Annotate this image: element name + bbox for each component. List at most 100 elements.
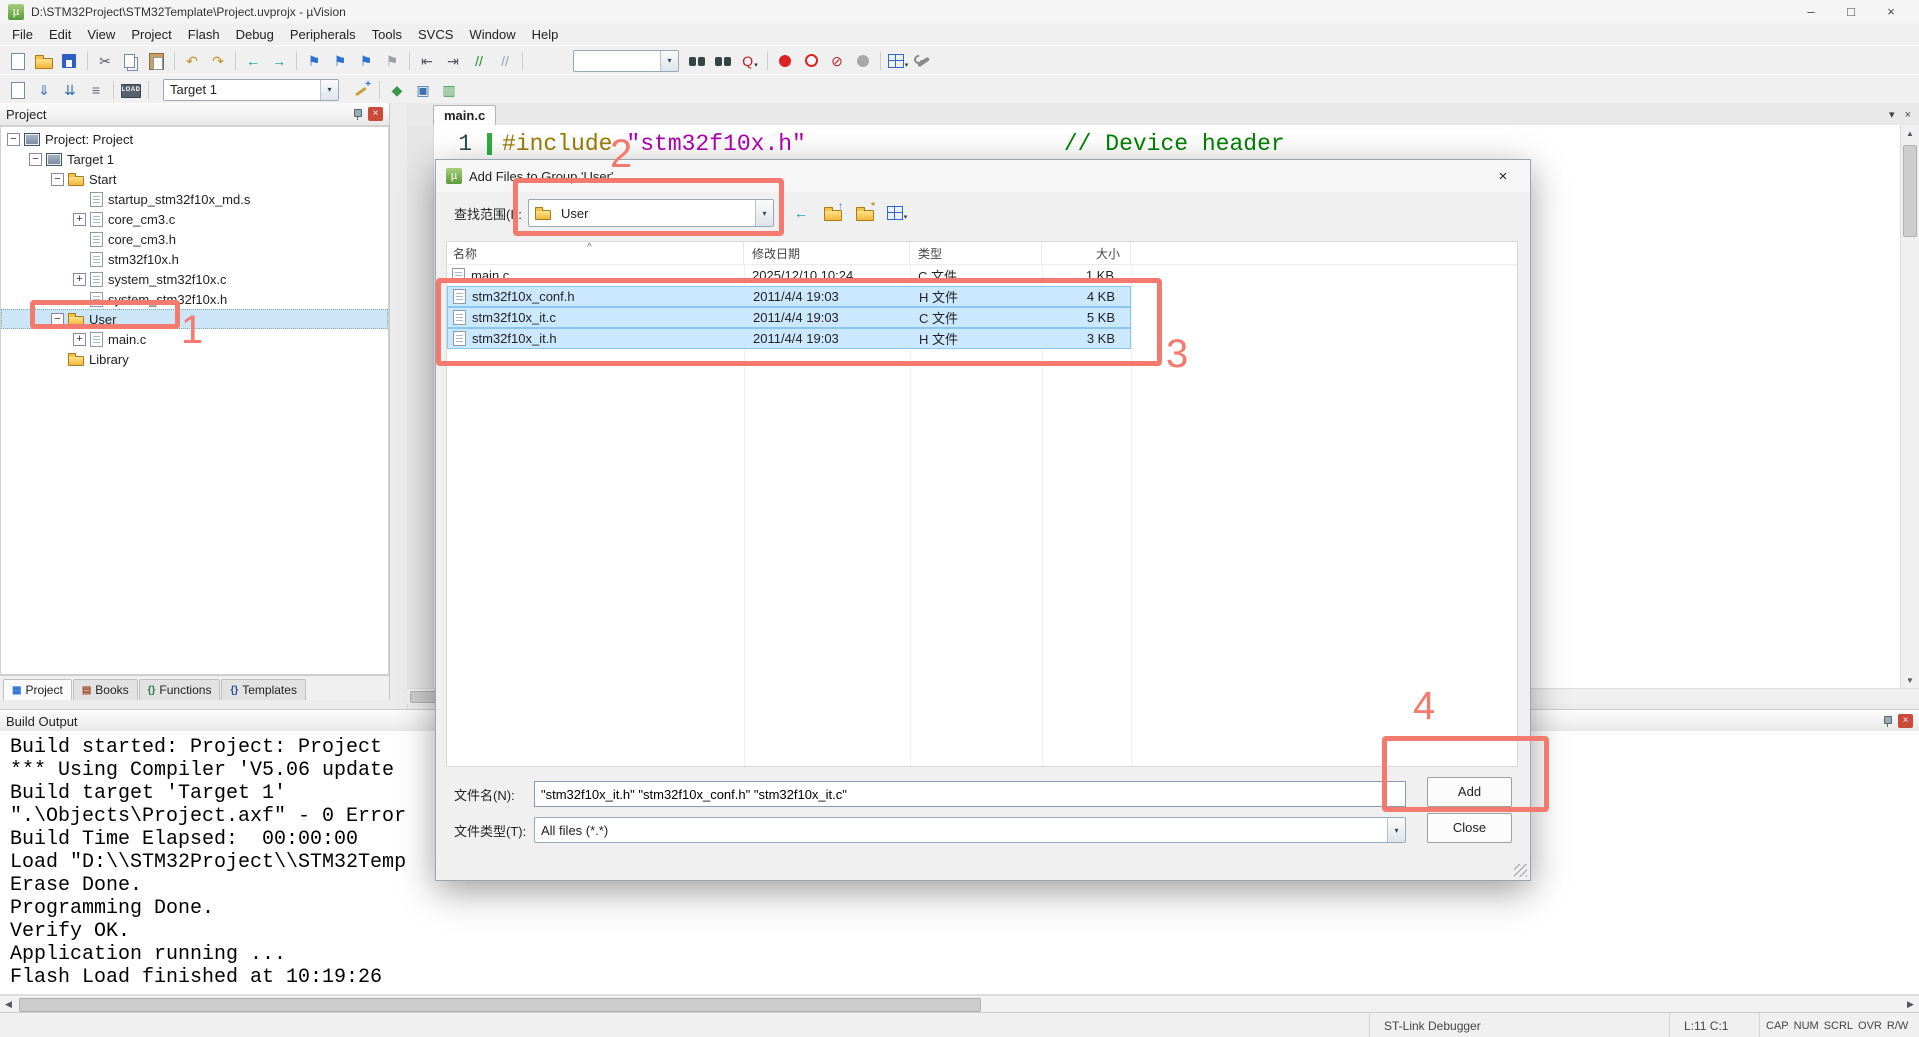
chevron-down-icon[interactable]: ▾ (904, 213, 908, 224)
new-folder-icon[interactable]: * (853, 202, 877, 224)
disable-breakpoint-icon[interactable] (799, 50, 823, 72)
menu-file[interactable]: File (4, 25, 41, 44)
copy-icon[interactable] (119, 50, 143, 72)
close-button[interactable]: Close (1427, 813, 1512, 843)
menu-help[interactable]: Help (524, 25, 567, 44)
new-file-icon[interactable] (6, 50, 30, 72)
find-icon[interactable] (712, 50, 736, 72)
restore-button[interactable]: □ (1831, 4, 1871, 19)
find-in-files-icon[interactable] (686, 50, 710, 72)
view-menu-icon[interactable]: ▾ (885, 202, 909, 224)
open-file-icon[interactable] (32, 50, 56, 72)
uncomment-icon[interactable]: // (493, 50, 517, 72)
menu-svcs[interactable]: SVCS (410, 25, 461, 44)
menu-project[interactable]: Project (123, 25, 179, 44)
file-row[interactable]: stm32f10x_conf.h2011/4/4 19:03H 文件4 KB (447, 286, 1131, 307)
close-panel-icon[interactable]: × (1898, 714, 1913, 728)
chevron-down-icon[interactable]: ▾ (905, 61, 909, 72)
expand-icon[interactable]: + (73, 273, 86, 286)
navigate-forward-icon[interactable]: → (267, 50, 291, 72)
insert-breakpoint-icon[interactable] (773, 50, 797, 72)
tree-item-core-cm3.c[interactable]: +core_cm3.c (1, 209, 388, 229)
manage-project-items-icon[interactable]: ▥ (437, 79, 461, 101)
scroll-right-icon[interactable]: ▶ (1902, 999, 1919, 1010)
tab-books[interactable]: ▤Books (73, 679, 138, 700)
comment-icon[interactable]: // (467, 50, 491, 72)
tree-item-stm32f10x.h[interactable]: stm32f10x.h (1, 249, 388, 269)
build-output-scrollbar[interactable]: ◀ ▶ (0, 995, 1919, 1013)
expand-icon[interactable]: + (73, 213, 86, 226)
scroll-up-icon[interactable]: ▲ (1901, 125, 1919, 141)
menu-window[interactable]: Window (461, 25, 523, 44)
menu-edit[interactable]: Edit (41, 25, 79, 44)
indent-icon[interactable]: ⇥ (441, 50, 465, 72)
batch-build-icon[interactable]: ≡ (84, 79, 108, 101)
pin-icon[interactable] (353, 109, 363, 120)
cut-icon[interactable]: ✂ (93, 50, 117, 72)
menu-debug[interactable]: Debug (228, 25, 282, 44)
find-combo[interactable]: ▾ (573, 50, 679, 72)
tab-main-c[interactable]: main.c (433, 105, 496, 125)
target-select[interactable]: Target 1 ▾ (163, 79, 339, 101)
menu-flash[interactable]: Flash (180, 25, 228, 44)
collapse-icon[interactable]: − (51, 313, 64, 326)
kill-breakpoints-icon[interactable]: ⊘ (825, 50, 849, 72)
tree-item-system-stm32f10x.c[interactable]: +system_stm32f10x.c (1, 269, 388, 289)
scrollbar-thumb[interactable] (1903, 145, 1917, 237)
tree-item-project-project[interactable]: −Project: Project (1, 129, 388, 149)
close-document-icon[interactable]: × (1905, 109, 1911, 121)
back-icon[interactable]: ← (789, 202, 813, 224)
expand-icon[interactable]: + (73, 333, 86, 346)
file-row[interactable]: main.c2025/12/10 10:24C 文件1 KB (447, 265, 1131, 286)
file-type-select[interactable]: All files (*.*) ▾ (534, 817, 1406, 843)
save-icon[interactable] (58, 50, 82, 72)
previous-bookmark-icon[interactable]: ⚑ (328, 50, 352, 72)
close-panel-icon[interactable]: × (368, 107, 383, 121)
close-button[interactable]: × (1871, 4, 1911, 19)
scroll-left-icon[interactable]: ◀ (0, 999, 17, 1010)
tree-item-start[interactable]: −Start (1, 169, 388, 189)
tree-item-main.c[interactable]: +main.c (1, 329, 388, 349)
filename-input[interactable] (534, 781, 1406, 807)
clear-bookmarks-icon[interactable]: ⚑ (380, 50, 404, 72)
collapse-icon[interactable]: − (51, 173, 64, 186)
tree-item-library[interactable]: Library (1, 349, 388, 369)
tree-item-user[interactable]: −User (1, 309, 388, 329)
pack-installer-icon[interactable]: ▣ (411, 79, 435, 101)
undo-icon[interactable]: ↶ (180, 50, 204, 72)
paste-icon[interactable] (145, 50, 169, 72)
look-in-select[interactable]: User ▾ (528, 199, 774, 227)
build-icon[interactable]: ⇓ (32, 79, 56, 101)
add-button[interactable]: Add (1427, 777, 1512, 807)
navigate-back-icon[interactable]: ← (241, 50, 265, 72)
pin-icon[interactable] (1883, 716, 1893, 727)
manage-rte-icon[interactable]: ◆ (385, 79, 409, 101)
tree-item-startup-stm32f10x-md.s[interactable]: startup_stm32f10x_md.s (1, 189, 388, 209)
tree-item-core-cm3.h[interactable]: core_cm3.h (1, 229, 388, 249)
menu-peripherals[interactable]: Peripherals (282, 25, 364, 44)
debug-windows-icon[interactable]: ▾ (886, 50, 910, 72)
next-bookmark-icon[interactable]: ⚑ (354, 50, 378, 72)
resize-grip[interactable] (1514, 864, 1527, 877)
editor-vertical-scrollbar[interactable]: ▲ ▼ (1900, 125, 1919, 688)
tab-templates[interactable]: {}Templates (221, 679, 306, 700)
enable-breakpoints-icon[interactable] (851, 50, 875, 72)
scroll-down-icon[interactable]: ▼ (1901, 672, 1919, 688)
chevron-down-icon[interactable]: ▾ (660, 51, 678, 71)
download-icon[interactable]: LOAD (119, 79, 143, 101)
breakpoint-gutter[interactable] (407, 125, 434, 688)
options-for-target-icon[interactable] (350, 79, 374, 101)
tree-item-system-stm32f10x.h[interactable]: system_stm32f10x.h (1, 289, 388, 309)
tree-item-target-1[interactable]: −Target 1 (1, 149, 388, 169)
menu-view[interactable]: View (79, 25, 123, 44)
collapse-icon[interactable]: − (29, 153, 42, 166)
incremental-find-icon[interactable]: Q▾ (738, 50, 762, 72)
column-type[interactable]: 类型 (910, 242, 1042, 264)
tab-functions[interactable]: {}Functions (139, 679, 221, 700)
tab-project[interactable]: ▦Project (3, 679, 72, 700)
chevron-down-icon[interactable]: ▾ (320, 80, 338, 100)
column-name[interactable]: ^名称 (447, 242, 744, 264)
chevron-down-icon[interactable]: ▾ (754, 61, 758, 72)
panel-splitter[interactable] (390, 103, 408, 709)
scrollbar-thumb[interactable] (19, 998, 981, 1012)
